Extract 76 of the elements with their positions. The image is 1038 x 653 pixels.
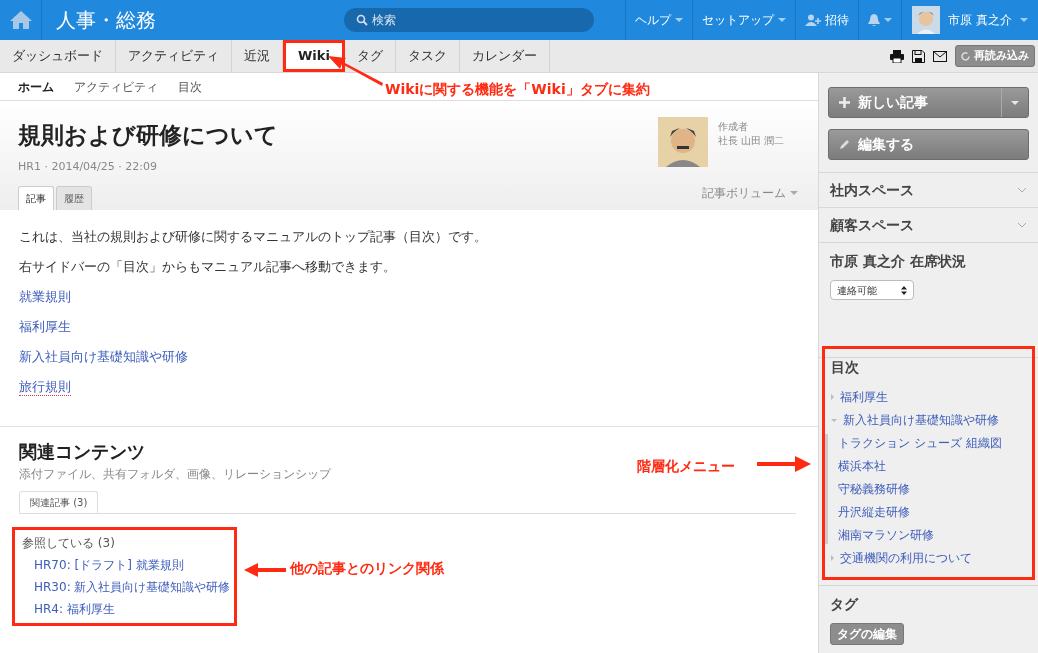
collapsed-caret-icon[interactable] <box>831 394 834 400</box>
related-title: 関連コンテンツ <box>19 441 146 463</box>
updown-arrows-icon <box>901 285 907 295</box>
edit-button[interactable]: 編集する <box>828 129 1029 160</box>
body-text: これは、当社の規則および研修に関するマニュアルのトップ記事（目次）です。 <box>19 228 488 245</box>
pencil-icon <box>839 139 850 150</box>
caret-icon <box>790 191 798 195</box>
nav-tab[interactable]: アクティビティ <box>116 40 232 72</box>
subnav-link[interactable]: ホーム <box>18 77 54 96</box>
nav-tab[interactable]: Wiki <box>283 40 345 72</box>
caret-icon <box>675 18 684 22</box>
toc-subitem[interactable]: トラクション シューズ 組織図 <box>838 434 1002 452</box>
edit-tags-button[interactable]: タグの編集 <box>830 623 904 645</box>
callout-text: 階層化メニュー <box>637 457 735 476</box>
caret-icon <box>1020 18 1028 22</box>
related-tab[interactable]: 関連記事 (3) <box>19 491 99 513</box>
article-title: 規則および研修について <box>18 121 278 149</box>
author-label: 作成者 <box>718 120 749 134</box>
chevron-icon <box>1017 187 1027 193</box>
search-input[interactable]: 検索 <box>372 11 582 29</box>
toc-item[interactable]: 新入社員向け基礎知識や研修 <box>843 411 999 429</box>
refresh-icon <box>961 51 970 61</box>
related-subtitle: 添付ファイル、共有フォルダ、画像、リレーションシップ <box>19 466 331 483</box>
collapsed-caret-icon[interactable] <box>831 555 834 561</box>
related-article-link[interactable]: HR4: 福利厚生 <box>22 600 227 618</box>
caret-icon <box>884 18 893 22</box>
nav-tab[interactable]: タスク <box>395 40 460 72</box>
article-link[interactable]: 福利厚生 <box>19 318 71 335</box>
subnav-link[interactable]: アクティビティ <box>74 77 158 96</box>
toc-item[interactable]: 交通機関の利用について <box>840 549 972 567</box>
mail-icon <box>933 50 947 62</box>
subnav-link[interactable]: 目次 <box>178 77 202 96</box>
author-name: 社長 山田 潤二 <box>718 134 785 148</box>
related-article-link[interactable]: HR70: [ドラフト] 就業規則 <box>22 556 227 574</box>
chevron-icon <box>1017 222 1027 228</box>
callout-text: 他の記事とのリンク関係 <box>290 559 444 578</box>
article-link[interactable]: 新入社員向け基礎知識や研修 <box>19 348 188 365</box>
avatar-icon <box>912 6 941 34</box>
save-icon <box>912 49 925 63</box>
presence-select[interactable]: 連絡可能 <box>830 280 914 300</box>
toc-subitem[interactable]: 横浜本社 <box>838 457 886 475</box>
sidebar-section-toggle[interactable]: 顧客スペース <box>819 208 1038 243</box>
article-tab[interactable]: 履歴 <box>56 186 92 210</box>
sidebar-section-toggle[interactable]: 社内スペース <box>819 173 1038 208</box>
callout-arrow <box>757 455 812 473</box>
article-meta: HR1 · 2014/04/25 · 22:09 <box>18 159 158 175</box>
print-icon <box>890 49 904 63</box>
expanded-caret-icon[interactable] <box>831 418 837 422</box>
toc-subitem[interactable]: 守秘義務研修 <box>838 480 910 498</box>
nav-tab[interactable]: ダッシュボード <box>0 40 116 72</box>
missing-article-link[interactable]: 旅行規則 <box>19 378 71 396</box>
app-title: 人事・総務 <box>56 7 157 34</box>
toc-subitem[interactable]: 湘南マラソン研修 <box>838 526 934 544</box>
group-label: 参照している (3) <box>22 535 116 552</box>
bell-icon <box>868 13 881 27</box>
toc-title: 目次 <box>831 358 860 377</box>
search-icon <box>356 14 368 26</box>
tags-title: タグ <box>830 595 860 614</box>
add-person-icon <box>805 14 822 26</box>
caret-icon <box>778 18 787 22</box>
toc-item[interactable]: 福利厚生 <box>840 388 888 406</box>
callout-text: Wikiに関する機能を「Wiki」タブに集約 <box>385 80 650 99</box>
presence-title: 市原 真之介 在席状況 <box>830 252 967 271</box>
article-volume-menu[interactable]: 記事ボリューム <box>702 184 798 202</box>
search-field[interactable]: 検索 <box>344 8 594 32</box>
reload-button[interactable]: 再読み込み <box>955 45 1035 67</box>
toc-subitem[interactable]: 丹沢縦走研修 <box>838 503 910 521</box>
callout-arrow <box>244 562 286 578</box>
plus-icon <box>839 97 850 108</box>
home-icon <box>8 10 33 30</box>
body-text: 右サイドバーの「目次」からもマニュアル記事へ移動できます。 <box>19 258 397 275</box>
article-link[interactable]: 就業規則 <box>19 288 71 305</box>
avatar-icon <box>658 117 708 167</box>
nav-tab[interactable]: カレンダー <box>459 40 550 72</box>
article-tab[interactable]: 記事 <box>18 186 54 210</box>
caret-icon <box>1011 100 1019 105</box>
